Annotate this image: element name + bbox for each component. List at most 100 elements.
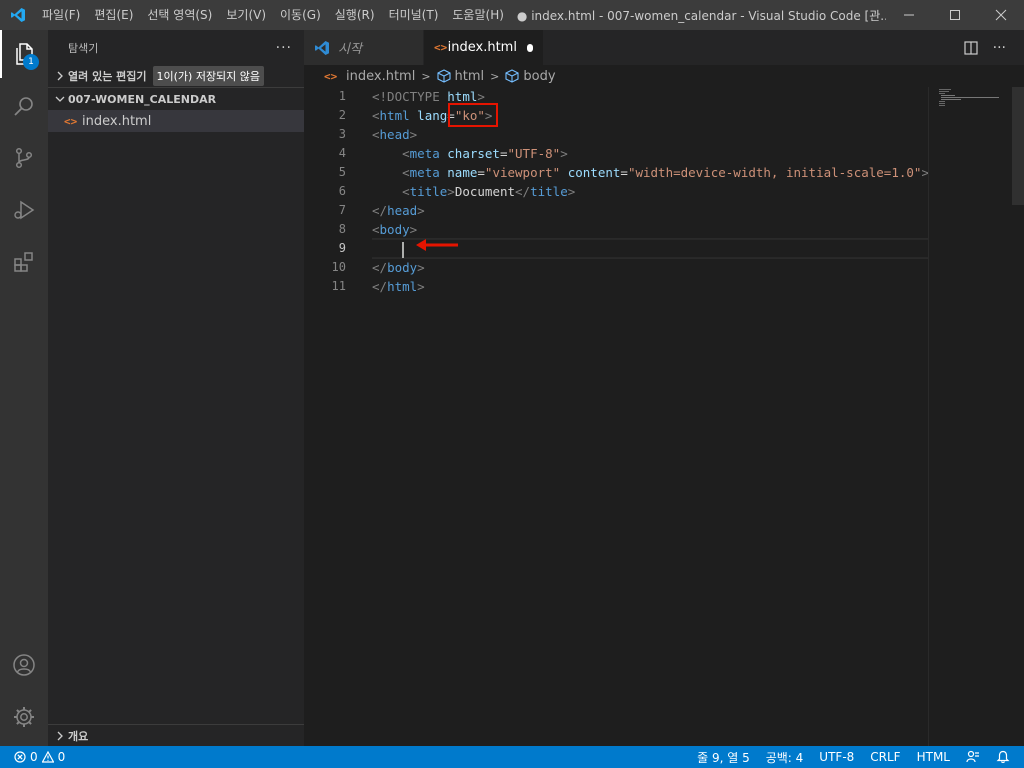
title-bar: 파일(F) 편집(E) 선택 영역(S) 보기(V) 이동(G) 실행(R) 터… — [0, 0, 1024, 30]
chevron-right-icon: > — [490, 69, 500, 83]
source-control-icon — [15, 147, 33, 169]
vertical-scrollbar[interactable] — [1012, 87, 1024, 746]
explorer-activity-button[interactable]: 1 — [0, 30, 48, 78]
chevron-right-icon — [52, 71, 68, 81]
file-name: index.html — [82, 113, 152, 129]
breadcrumb-body[interactable]: body — [523, 69, 555, 84]
line-numbers: 1 2 3 4 5 6 7 8 9 10 11 — [304, 87, 354, 296]
menu-view[interactable]: 보기(V) — [219, 0, 273, 30]
maximize-button[interactable] — [932, 0, 978, 30]
notifications-bell-icon[interactable] — [996, 750, 1010, 764]
chevron-down-icon — [52, 94, 68, 104]
menu-run[interactable]: 실행(R) — [328, 0, 382, 30]
folder-label: 007-WOMEN_CALENDAR — [68, 92, 217, 106]
search-activity-button[interactable] — [0, 82, 48, 130]
menu-edit[interactable]: 편집(E) — [87, 0, 140, 30]
tab-label: index.html — [447, 40, 517, 55]
scrollbar-thumb[interactable] — [1012, 87, 1024, 205]
code-line: <title>Document</title> — [402, 184, 576, 199]
extensions-activity-button[interactable] — [0, 238, 48, 286]
editor-tabs: 시작 <> index.html ··· — [304, 30, 1024, 65]
close-window-button[interactable] — [978, 0, 1024, 30]
unsaved-dot-icon[interactable] — [526, 43, 533, 52]
line-number: 5 — [338, 165, 346, 179]
search-icon — [14, 97, 33, 116]
annotation-arrow-icon — [416, 239, 458, 251]
line-number: 11 — [331, 279, 346, 293]
breadcrumb: <> index.html > html > body — [304, 65, 1024, 87]
extensions-icon — [14, 252, 33, 272]
line-number: 7 — [338, 203, 346, 217]
vscode-logo-icon — [0, 0, 35, 30]
breadcrumb-html[interactable]: html — [455, 69, 485, 84]
tab-welcome[interactable]: 시작 — [304, 30, 424, 65]
menu-file[interactable]: 파일(F) — [35, 0, 87, 30]
line-number: 3 — [338, 127, 346, 141]
window-title: ● index.html - 007-women_calendar - Visu… — [516, 8, 886, 23]
indentation[interactable]: 공백: 4 — [766, 749, 804, 766]
menu-selection[interactable]: 선택 영역(S) — [140, 0, 219, 30]
text-cursor — [402, 242, 405, 259]
language-mode[interactable]: HTML — [917, 750, 950, 764]
source-control-activity-button[interactable] — [0, 134, 48, 182]
code-line: </html> — [372, 279, 425, 294]
error-icon — [14, 751, 26, 763]
breadcrumb-file[interactable]: index.html — [346, 69, 415, 84]
outline-section[interactable]: 개요 — [48, 724, 304, 746]
html-file-icon: <> — [64, 114, 78, 128]
line-number: 2 — [338, 108, 346, 122]
status-bar: 0 0 줄 9, 열 5 공백: 4 UTF-8 CRLF HTML — [0, 746, 1024, 768]
explorer-badge: 1 — [23, 54, 39, 70]
minimize-icon — [904, 14, 914, 16]
code-editor[interactable]: 1 2 3 4 5 6 7 8 9 10 11 <!DOCTYPE html> … — [304, 87, 1024, 746]
account-icon — [13, 654, 35, 676]
close-icon — [995, 9, 1007, 21]
line-number: 10 — [331, 260, 346, 274]
code-line: <meta name="viewport" content="width=dev… — [402, 165, 928, 180]
code-line: <head> — [372, 127, 418, 142]
maximize-icon — [950, 10, 960, 20]
encoding[interactable]: UTF-8 — [819, 750, 854, 764]
menu-go[interactable]: 이동(G) — [273, 0, 328, 30]
element-cube-icon — [505, 69, 519, 83]
explorer-sidebar: 탐색기 ··· 열려 있는 편집기 1이(가) 저장되지 않음 007-WOME… — [48, 30, 304, 746]
code-line: <body> — [372, 222, 418, 237]
cursor-position[interactable]: 줄 9, 열 5 — [697, 749, 750, 766]
error-count: 0 — [30, 750, 38, 764]
minimap[interactable] — [928, 87, 1012, 746]
tab-label: 시작 — [338, 42, 362, 57]
run-debug-icon — [14, 200, 35, 220]
gear-icon — [14, 707, 34, 727]
html-file-icon: <> — [434, 41, 448, 54]
warning-count: 0 — [57, 750, 66, 764]
folder-section[interactable]: 007-WOMEN_CALENDAR — [48, 88, 304, 110]
run-debug-activity-button[interactable] — [0, 186, 48, 234]
manage-activity-button[interactable] — [0, 693, 48, 741]
line-number: 1 — [338, 89, 346, 103]
annotation-highlight-box — [448, 103, 498, 127]
unsaved-badge: 1이(가) 저장되지 않음 — [152, 66, 265, 86]
accounts-activity-button[interactable] — [0, 641, 48, 689]
open-editors-section[interactable]: 열려 있는 편집기 1이(가) 저장되지 않음 — [48, 65, 304, 87]
line-number: 4 — [338, 146, 346, 160]
feedback-icon[interactable] — [966, 750, 980, 764]
file-item-index-html[interactable]: <> index.html — [48, 110, 304, 132]
menu-terminal[interactable]: 터미널(T) — [382, 0, 446, 30]
menu-help[interactable]: 도움말(H) — [445, 0, 511, 30]
problems-indicator[interactable]: 0 0 — [0, 750, 65, 764]
code-line: </body> — [372, 260, 425, 275]
open-editors-label: 열려 있는 편집기 — [68, 70, 147, 83]
activity-bar: 1 — [0, 30, 48, 746]
more-actions-button[interactable]: ··· — [276, 40, 292, 56]
vscode-logo-icon — [315, 40, 329, 55]
tab-index-html[interactable]: <> index.html — [424, 30, 544, 65]
line-number: 6 — [338, 184, 346, 198]
end-of-line[interactable]: CRLF — [870, 750, 900, 764]
menu-bar: 파일(F) 편집(E) 선택 영역(S) 보기(V) 이동(G) 실행(R) 터… — [35, 0, 511, 30]
minimize-button[interactable] — [886, 0, 932, 30]
editor-more-actions-button[interactable]: ··· — [993, 40, 1006, 56]
split-editor-icon[interactable] — [963, 40, 979, 56]
chevron-right-icon: > — [421, 69, 431, 83]
warning-icon — [41, 751, 54, 763]
chevron-right-icon — [52, 731, 68, 741]
